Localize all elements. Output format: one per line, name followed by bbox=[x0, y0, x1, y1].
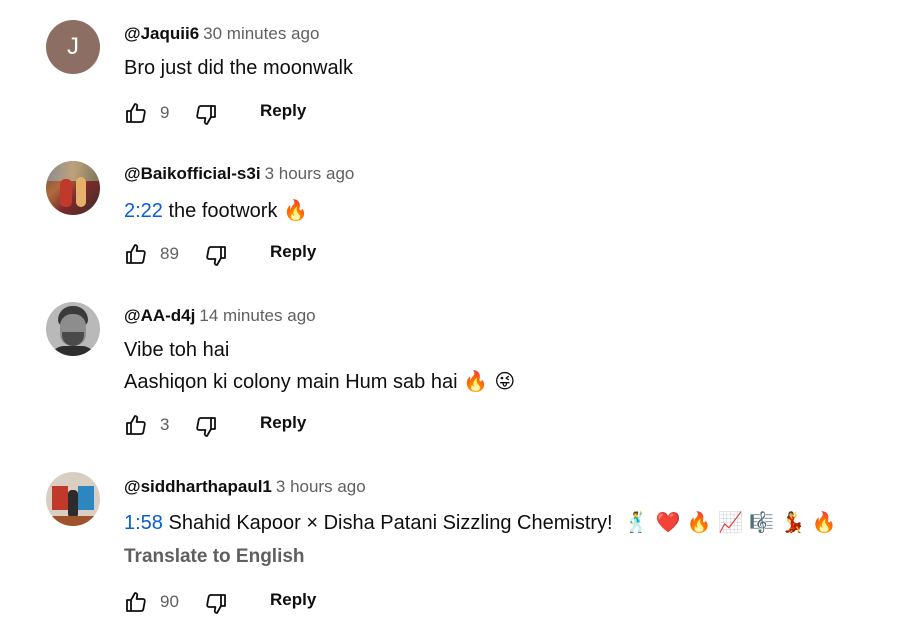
thumbs-down-icon[interactable] bbox=[204, 592, 228, 616]
comment-time[interactable]: 30 minutes ago bbox=[203, 24, 319, 43]
like-count: 9 bbox=[160, 103, 170, 122]
emoji-group: 🕺 ❤️ 🔥 📈 🎼 💃 🔥 bbox=[624, 510, 837, 534]
avatar[interactable] bbox=[46, 302, 100, 356]
thumbs-down-icon[interactable] bbox=[194, 103, 218, 127]
emoji-group: 🔥 😜 bbox=[463, 369, 516, 393]
translate-button[interactable]: Translate to English bbox=[124, 546, 305, 568]
thumbs-up-icon[interactable] bbox=[124, 590, 148, 614]
video-timestamp-link[interactable]: 1:58 bbox=[124, 512, 163, 534]
comment-actions: 3 Reply bbox=[124, 411, 424, 441]
like-count: 89 bbox=[160, 244, 179, 263]
avatar[interactable] bbox=[46, 472, 100, 526]
comment-header: @siddharthapaul1 3 hours ago bbox=[124, 477, 366, 497]
comment-actions: 89 Reply bbox=[124, 240, 424, 270]
comment-header: @AA-d4j 14 minutes ago bbox=[124, 306, 316, 326]
like-count: 90 bbox=[160, 592, 179, 611]
avatar[interactable] bbox=[46, 161, 100, 215]
comment-text-body: the footwork bbox=[168, 200, 278, 222]
author-name[interactable]: @AA-d4j bbox=[124, 306, 195, 325]
comment-item: @siddharthapaul1 3 hours ago 1:58 Shahid … bbox=[0, 452, 914, 625]
comment-item: @AA-d4j 14 minutes ago Vibe toh hai Aashi… bbox=[0, 281, 914, 452]
reply-button[interactable]: Reply bbox=[270, 590, 316, 610]
comment-header: @Jaquii6 30 minutes ago bbox=[124, 24, 319, 44]
thumbs-down-icon[interactable] bbox=[194, 415, 218, 439]
reply-button[interactable]: Reply bbox=[270, 242, 316, 262]
thumbs-up-icon[interactable] bbox=[124, 101, 148, 125]
reply-button[interactable]: Reply bbox=[260, 413, 306, 433]
comment-text: 1:58 Shahid Kapoor × Disha Patani Sizzli… bbox=[124, 510, 837, 535]
comment-item: @Baikofficial-s3i 3 hours ago 2:22 the fo… bbox=[0, 140, 914, 281]
thumbs-up-icon[interactable] bbox=[124, 413, 148, 437]
comment-text: 2:22 the footwork 🔥 bbox=[124, 198, 308, 223]
comment-item: J @Jaquii6 30 minutes ago Bro just did th… bbox=[0, 0, 914, 140]
comment-time[interactable]: 14 minutes ago bbox=[199, 306, 315, 325]
comment-header: @Baikofficial-s3i 3 hours ago bbox=[124, 164, 354, 184]
like-count: 3 bbox=[160, 415, 170, 434]
comment-text-body: Shahid Kapoor × Disha Patani Sizzling Ch… bbox=[168, 512, 613, 534]
author-name[interactable]: @siddharthapaul1 bbox=[124, 477, 272, 496]
comment-actions: 9 Reply bbox=[124, 99, 424, 129]
fire-emoji: 🔥 bbox=[283, 198, 308, 222]
reply-button[interactable]: Reply bbox=[260, 101, 306, 121]
comment-text-body: Aashiqon ki colony main Hum sab hai bbox=[124, 371, 458, 393]
comment-time[interactable]: 3 hours ago bbox=[265, 164, 355, 183]
author-name[interactable]: @Jaquii6 bbox=[124, 24, 199, 43]
avatar-initial: J bbox=[67, 33, 79, 60]
video-timestamp-link[interactable]: 2:22 bbox=[124, 200, 163, 222]
comment-time[interactable]: 3 hours ago bbox=[276, 477, 366, 496]
thumbs-up-icon[interactable] bbox=[124, 242, 148, 266]
author-name[interactable]: @Baikofficial-s3i bbox=[124, 164, 261, 183]
comment-text-line-2: Aashiqon ki colony main Hum sab hai 🔥 😜 bbox=[124, 369, 515, 394]
comment-text: Bro just did the moonwalk bbox=[124, 57, 354, 79]
thumbs-down-icon[interactable] bbox=[204, 244, 228, 268]
comment-actions: 90 Reply bbox=[124, 588, 424, 618]
avatar[interactable]: J bbox=[46, 20, 100, 74]
comment-text-line-1: Vibe toh hai bbox=[124, 339, 230, 361]
